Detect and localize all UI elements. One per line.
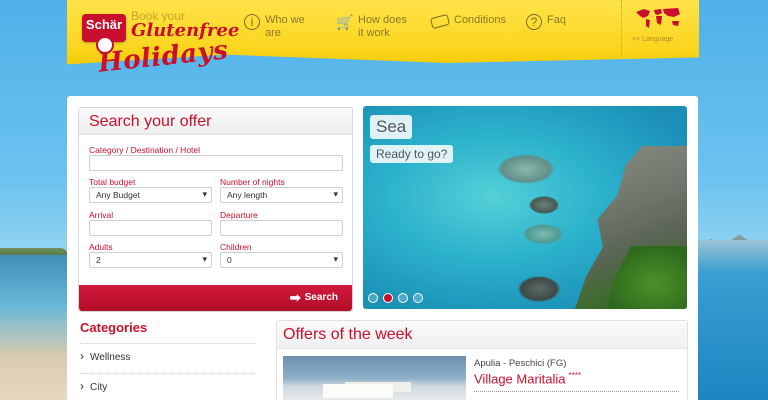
nav-label: How does it work [358, 14, 407, 39]
offer-divider [474, 391, 679, 392]
children-value: 0 [227, 255, 232, 265]
category-label: Wellness [90, 352, 131, 363]
nights-select[interactable]: Any length [220, 187, 343, 203]
language-link[interactable]: >> Language [632, 36, 673, 43]
hero-rock [518, 276, 560, 302]
adults-select[interactable]: 2 [89, 252, 212, 268]
category-label: City [90, 382, 108, 393]
offer-name: Village Maritalia [474, 371, 566, 387]
tag-icon [429, 13, 451, 30]
budget-value: Any Budget [96, 190, 140, 200]
category-item-city[interactable]: City [80, 373, 256, 395]
nav-label: Faq [547, 14, 566, 26]
offers-title: Offers of the week [277, 321, 687, 349]
hero-slider[interactable]: Sea Ready to go? [363, 106, 687, 309]
categories-title: Categories [80, 320, 148, 335]
search-form: Search your offer Category / Destination… [78, 107, 353, 312]
nav-label: Conditions [454, 14, 506, 26]
offer-stars: **** [568, 371, 581, 380]
children-label: Children [220, 242, 252, 252]
slider-dot-1[interactable] [368, 293, 378, 303]
category-input[interactable] [89, 155, 343, 171]
adults-label: Adults [89, 242, 113, 252]
question-icon: ? [526, 14, 542, 30]
background-sea [696, 240, 768, 400]
slider-dot-4[interactable] [413, 293, 423, 303]
children-select[interactable]: 0 [220, 252, 343, 268]
departure-input[interactable] [220, 220, 343, 236]
info-icon: i [244, 14, 260, 30]
offer-name-link[interactable]: Village Maritalia **** [474, 371, 581, 386]
slider-dot-2[interactable] [383, 293, 393, 303]
adults-value: 2 [96, 255, 101, 265]
offers-section: Offers of the week Apulia - Peschici (FG… [276, 320, 688, 400]
category-item-wellness[interactable]: Wellness [80, 343, 256, 365]
nav-who-we-are[interactable]: i Who we are [244, 14, 315, 40]
arrow-right-icon: ➡ [289, 289, 301, 305]
arrival-label: Arrival [89, 210, 114, 220]
arrival-input[interactable] [89, 220, 212, 236]
hero-rock [523, 224, 563, 244]
hero-rock [497, 154, 555, 184]
search-button-content: ➡ Search [289, 289, 338, 305]
hero-subtitle: Ready to go? [370, 145, 454, 163]
nav-conditions[interactable]: Conditions [429, 13, 506, 30]
hero-rock [529, 196, 559, 214]
nav-faq[interactable]: ? Faq [526, 14, 566, 30]
world-map-icon[interactable] [634, 6, 682, 30]
search-title: Search your offer [79, 108, 352, 135]
slider-dots [368, 293, 423, 303]
logo-text: Schär [85, 16, 123, 32]
hero-title: Sea [370, 115, 413, 139]
background-beach [0, 255, 70, 400]
offer-image[interactable] [283, 356, 466, 400]
schar-logo[interactable]: Schär [82, 14, 126, 54]
budget-select[interactable]: Any Budget [89, 187, 212, 203]
budget-label: Total budget [89, 177, 136, 187]
nights-value: Any length [227, 190, 268, 200]
nights-label: Number of nights [220, 177, 285, 187]
departure-label: Departure [220, 210, 258, 220]
category-label: Category / Destination / Hotel [89, 145, 201, 155]
offer-location: Apulia - Peschici (FG) [474, 358, 567, 369]
cart-icon: 🛒 [336, 13, 354, 30]
offer-image-building [323, 384, 393, 398]
search-button[interactable]: ➡ Search [79, 285, 352, 311]
nav-label: Who we are [265, 14, 305, 39]
nav-how-does-it-work[interactable]: 🛒 How does it work [336, 13, 414, 40]
slider-dot-3[interactable] [398, 293, 408, 303]
search-button-label: Search [304, 292, 338, 303]
